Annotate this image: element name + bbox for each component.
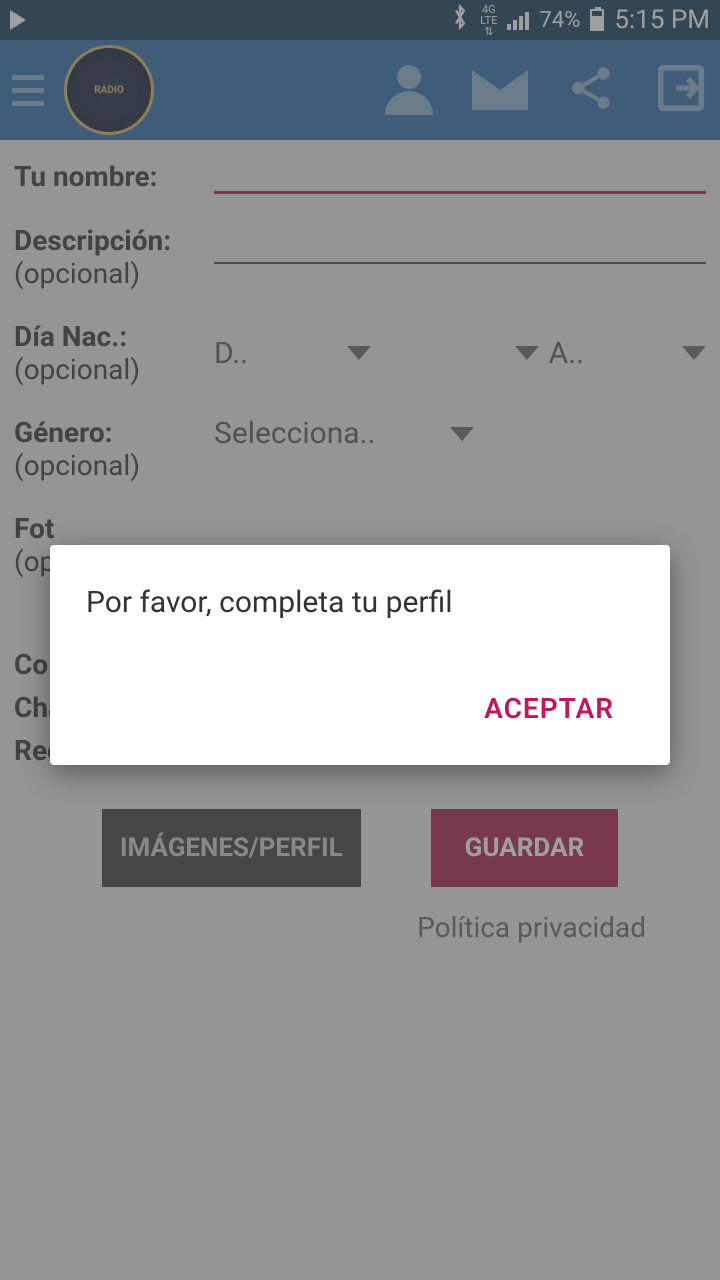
complete-profile-dialog: Por favor, completa tu perfil ACEPTAR — [50, 545, 670, 765]
dialog-message: Por favor, completa tu perfil — [86, 585, 634, 620]
modal-overlay[interactable]: Por favor, completa tu perfil ACEPTAR — [0, 0, 720, 1280]
accept-button[interactable]: ACEPTAR — [464, 680, 634, 737]
